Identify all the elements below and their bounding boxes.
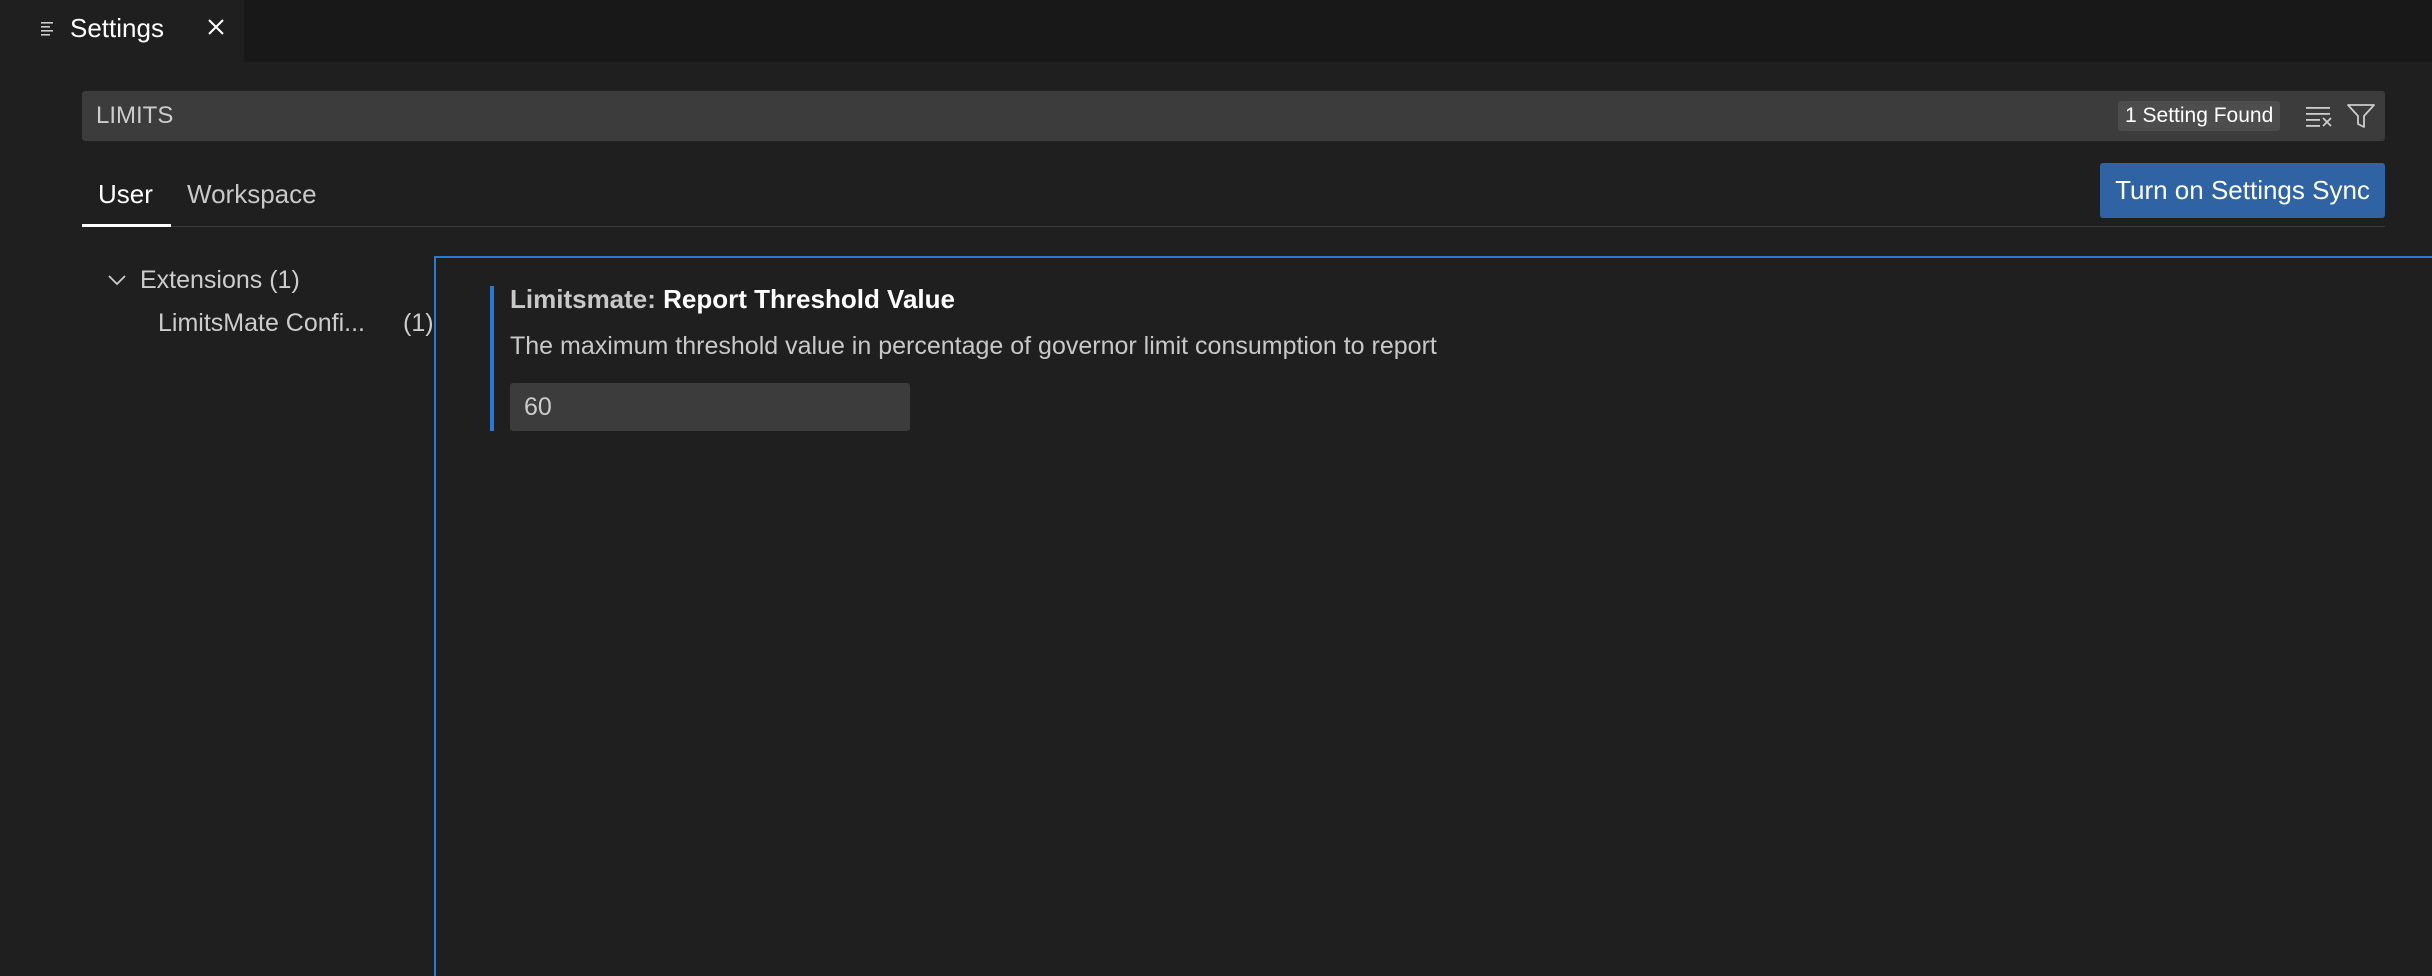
close-icon[interactable] (205, 16, 227, 38)
toc-item-limitsmate-configuration[interactable]: LimitsMate Confi... (158, 306, 365, 340)
tab-user-settings[interactable]: User (98, 178, 153, 210)
search-result-count-badge: 1 Setting Found (2118, 101, 2281, 131)
settings-list-panel (434, 256, 2432, 976)
tab-title: Settings (70, 13, 164, 43)
filter-icon[interactable] (2346, 102, 2376, 130)
chevron-down-icon (108, 275, 126, 286)
active-tab-indicator (82, 224, 171, 227)
toc-group-extensions[interactable]: Extensions (1) (106, 263, 300, 297)
toc-item-count: (1) (403, 309, 434, 337)
settings-search-input[interactable] (96, 91, 2056, 141)
toc-group-label: Extensions (1) (140, 265, 300, 294)
setting-name: Report Threshold Value (663, 284, 955, 314)
setting-title: Limitsmate: Report Threshold Value (510, 283, 955, 315)
settings-tab[interactable]: Settings (0, 0, 244, 62)
setting-focus-indicator (490, 286, 494, 431)
settings-search-box: 1 Setting Found (82, 91, 2385, 141)
settings-editor-icon (41, 22, 53, 36)
turn-on-settings-sync-button[interactable]: Turn on Settings Sync (2100, 163, 2385, 218)
editor-tab-bar: Settings (0, 0, 2432, 62)
scope-tabs-divider (82, 226, 2385, 227)
setting-description: The maximum threshold value in percentag… (510, 332, 1437, 360)
tab-workspace-settings[interactable]: Workspace (187, 178, 317, 210)
report-threshold-value-input[interactable] (510, 383, 910, 431)
setting-category: Limitsmate: (510, 284, 664, 314)
clear-filter-icon[interactable] (2304, 103, 2334, 129)
